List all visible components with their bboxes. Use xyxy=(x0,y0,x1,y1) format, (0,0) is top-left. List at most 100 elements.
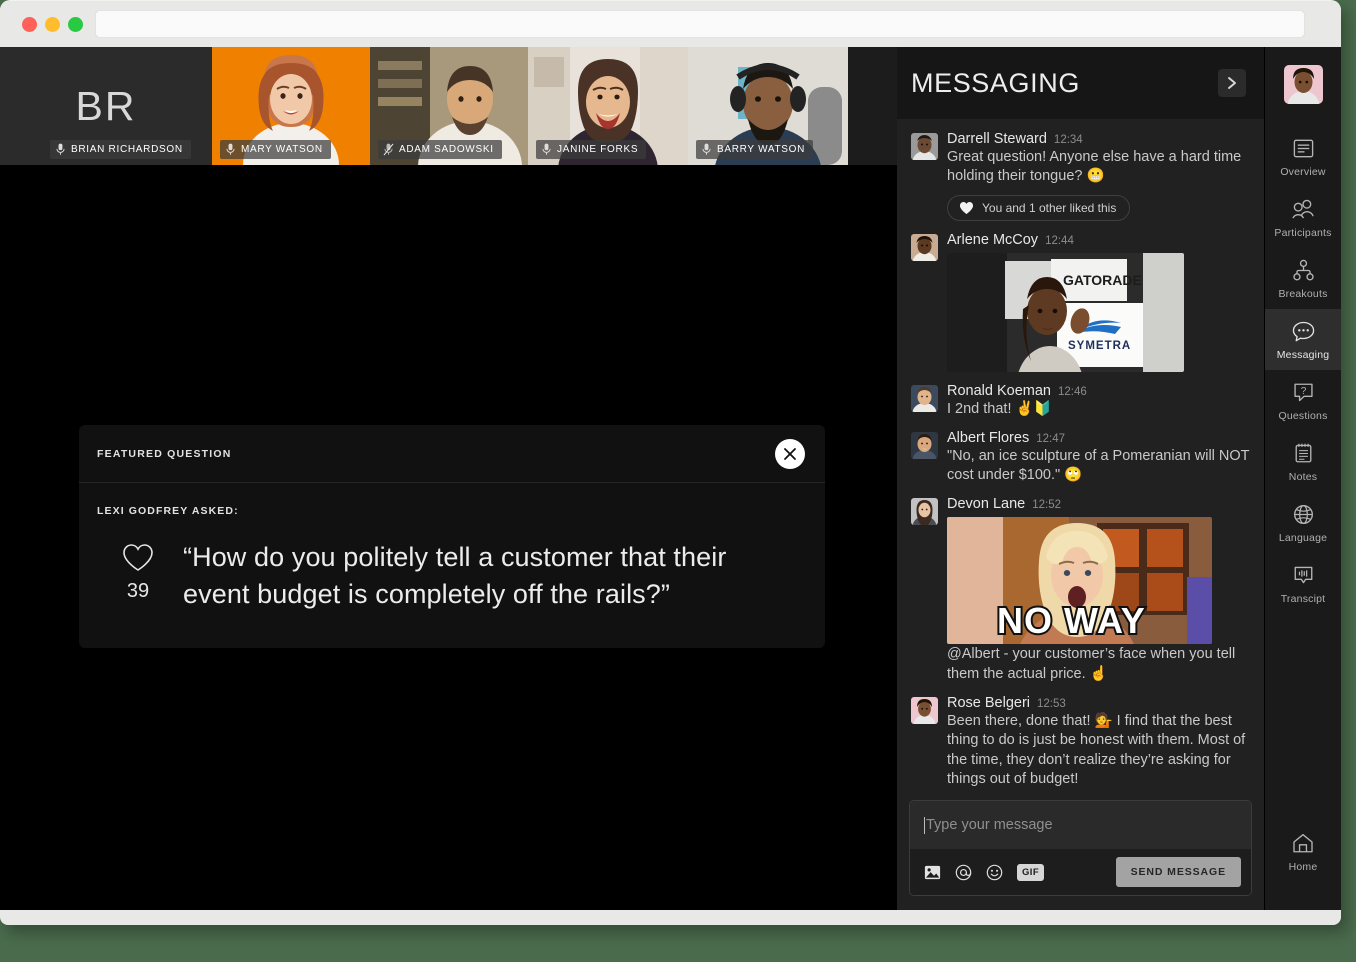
questions-icon: ? xyxy=(1293,383,1313,402)
mic-icon xyxy=(226,143,235,155)
participant-name: BRIAN RICHARDSON xyxy=(71,144,183,155)
avatar[interactable] xyxy=(911,384,938,412)
sidebar-item-messaging[interactable]: Messaging xyxy=(1264,309,1341,370)
message-meta: Ronald Koeman 12:46 xyxy=(947,383,1250,399)
window-titlebar xyxy=(0,1,1341,47)
send-message-button[interactable]: SEND MESSAGE xyxy=(1115,857,1241,887)
browser-window: BR BRIAN RICHARDSON MARY WATSON ADAM SAD… xyxy=(0,0,1341,925)
participant-name: MARY WATSON xyxy=(241,144,323,155)
emoji-icon[interactable] xyxy=(986,864,1003,881)
mic-icon xyxy=(542,143,551,155)
avatar[interactable] xyxy=(911,498,938,526)
address-bar-input[interactable] xyxy=(96,11,1304,37)
sidebar-item-label: Transcipt xyxy=(1280,593,1326,605)
sidebar-item-label: Language xyxy=(1278,532,1328,544)
message-body: Devon Lane 12:52 NO WAY @Albert - your c… xyxy=(947,496,1250,684)
sidebar-item-overview[interactable]: Overview xyxy=(1265,126,1342,187)
address-bar[interactable] xyxy=(95,10,1305,38)
chevron-right-icon[interactable] xyxy=(1218,69,1246,97)
heart-filled-icon xyxy=(959,201,974,214)
mention-icon[interactable] xyxy=(955,864,972,881)
participant-namebar: JANINE FORKS xyxy=(536,140,647,159)
avatar[interactable] xyxy=(911,696,938,724)
message-reaction-pill[interactable]: You and 1 other liked this xyxy=(947,194,1131,221)
transcript-icon xyxy=(1294,566,1312,584)
question-text: “How do you politely tell a customer tha… xyxy=(183,542,727,610)
sidebar-item-label: Breakouts xyxy=(1278,288,1328,300)
right-nav-rail: Overview Participants Breakouts Messagin… xyxy=(1264,47,1341,910)
app-viewport: BR BRIAN RICHARDSON MARY WATSON ADAM SAD… xyxy=(0,47,1341,910)
message-item: Darrell Steward 12:34 Great question! An… xyxy=(911,131,1250,221)
messaging-panel: MESSAGING Darrell Steward 12:34 Great qu… xyxy=(897,47,1264,910)
minimize-window-button[interactable] xyxy=(45,16,60,32)
image-icon[interactable] xyxy=(924,865,941,880)
featured-question-card: FEATURED QUESTION LEXI GODFREY ASKED: 39… xyxy=(79,425,825,648)
message-time: 12:34 xyxy=(1053,134,1083,146)
message-reaction-label: You and 1 other liked this xyxy=(982,200,1117,215)
question-like-group[interactable]: 39 xyxy=(115,539,161,614)
traffic-lights xyxy=(22,16,83,32)
avatar[interactable] xyxy=(911,431,938,459)
participant-tile[interactable]: MARY WATSON xyxy=(212,47,370,165)
sidebar-item-language[interactable]: Language xyxy=(1265,492,1342,553)
text-caret xyxy=(924,816,925,834)
message-author: Albert Flores xyxy=(947,429,1030,446)
sidebar-item-notes[interactable]: Notes xyxy=(1265,431,1342,492)
featured-question-header: FEATURED QUESTION xyxy=(79,425,825,483)
avatar[interactable] xyxy=(911,233,938,261)
sidebar-item-questions[interactable]: ? Questions xyxy=(1265,370,1342,431)
heart-icon[interactable] xyxy=(122,543,154,572)
message-author: Darrell Steward xyxy=(947,131,1047,147)
participant-tile[interactable]: BR BRIAN RICHARDSON xyxy=(0,47,212,165)
message-meta: Rose Belgeri 12:53 xyxy=(947,695,1250,711)
message-input[interactable] xyxy=(926,817,1237,833)
participant-name: BARRY WATSON xyxy=(717,144,806,155)
message-time: 12:47 xyxy=(1036,432,1065,445)
participant-tile[interactable]: JANINE FORKS xyxy=(528,47,688,165)
message-item: Ronald Koeman 12:46 I 2nd that! ✌️🔰 xyxy=(911,383,1250,419)
avatar[interactable] xyxy=(1283,65,1323,104)
participant-name: ADAM SADOWSKI xyxy=(399,144,494,155)
message-composer: GIF SEND MESSAGE xyxy=(909,800,1252,896)
sidebar-item-home[interactable]: Home xyxy=(1265,821,1342,882)
close-icon[interactable] xyxy=(775,438,805,469)
participant-namebar: ADAM SADOWSKI xyxy=(378,140,502,159)
sidebar-item-label: Notes xyxy=(1288,471,1318,483)
gif-icon[interactable]: GIF xyxy=(1017,863,1045,881)
message-list[interactable]: Darrell Steward 12:34 Great question! An… xyxy=(897,119,1264,794)
sidebar-item-label: Home xyxy=(1288,861,1318,873)
message-text: I 2nd that! ✌️🔰 xyxy=(947,400,1052,417)
sidebar-item-transcript[interactable]: Transcipt xyxy=(1265,553,1342,614)
avatar[interactable] xyxy=(911,133,938,160)
participant-name: JANINE FORKS xyxy=(557,144,639,155)
video-stage: BR BRIAN RICHARDSON MARY WATSON ADAM SAD… xyxy=(0,47,897,910)
sidebar-item-participants[interactable]: Participants xyxy=(1265,187,1342,248)
composer-input-row[interactable] xyxy=(910,801,1251,849)
message-body: Arlene McCoy 12:44 GATORADE SYMETRA xyxy=(947,232,1250,372)
svg-text:SYMETRA: SYMETRA xyxy=(1068,340,1131,352)
message-body: Rose Belgeri 12:53 Been there, done that… xyxy=(947,695,1250,789)
message-item: Devon Lane 12:52 NO WAY @Albert - your c… xyxy=(911,496,1250,684)
participants-icon xyxy=(1291,199,1314,219)
participant-tile[interactable]: ADAM SADOWSKI xyxy=(370,47,528,165)
message-author: Devon Lane xyxy=(947,496,1026,513)
message-gif[interactable]: GATORADE SYMETRA xyxy=(947,252,1184,372)
message-item: Arlene McCoy 12:44 GATORADE SYMETRA xyxy=(911,232,1250,372)
composer-tools: GIF xyxy=(924,863,1045,881)
message-gif[interactable]: NO WAY xyxy=(947,517,1212,645)
svg-text:GATORADE: GATORADE xyxy=(1063,272,1142,288)
message-time: 12:53 xyxy=(1037,697,1066,710)
message-time: 12:46 xyxy=(1058,385,1087,398)
featured-question-label: FEATURED QUESTION xyxy=(97,447,232,460)
messaging-icon xyxy=(1292,321,1314,342)
message-text: "No, an ice sculpture of a Pomeranian wi… xyxy=(947,447,1250,484)
mic-icon xyxy=(56,143,65,155)
maximize-window-button[interactable] xyxy=(68,16,83,32)
participant-tile[interactable]: BARRY WATSON xyxy=(688,47,848,165)
overview-icon xyxy=(1293,139,1313,158)
message-author: Ronald Koeman xyxy=(947,382,1051,399)
svg-text:?: ? xyxy=(1300,386,1306,397)
sidebar-item-breakouts[interactable]: Breakouts xyxy=(1265,248,1342,309)
message-body: Albert Flores 12:47 "No, an ice sculptur… xyxy=(947,430,1250,486)
close-window-button[interactable] xyxy=(22,16,37,32)
